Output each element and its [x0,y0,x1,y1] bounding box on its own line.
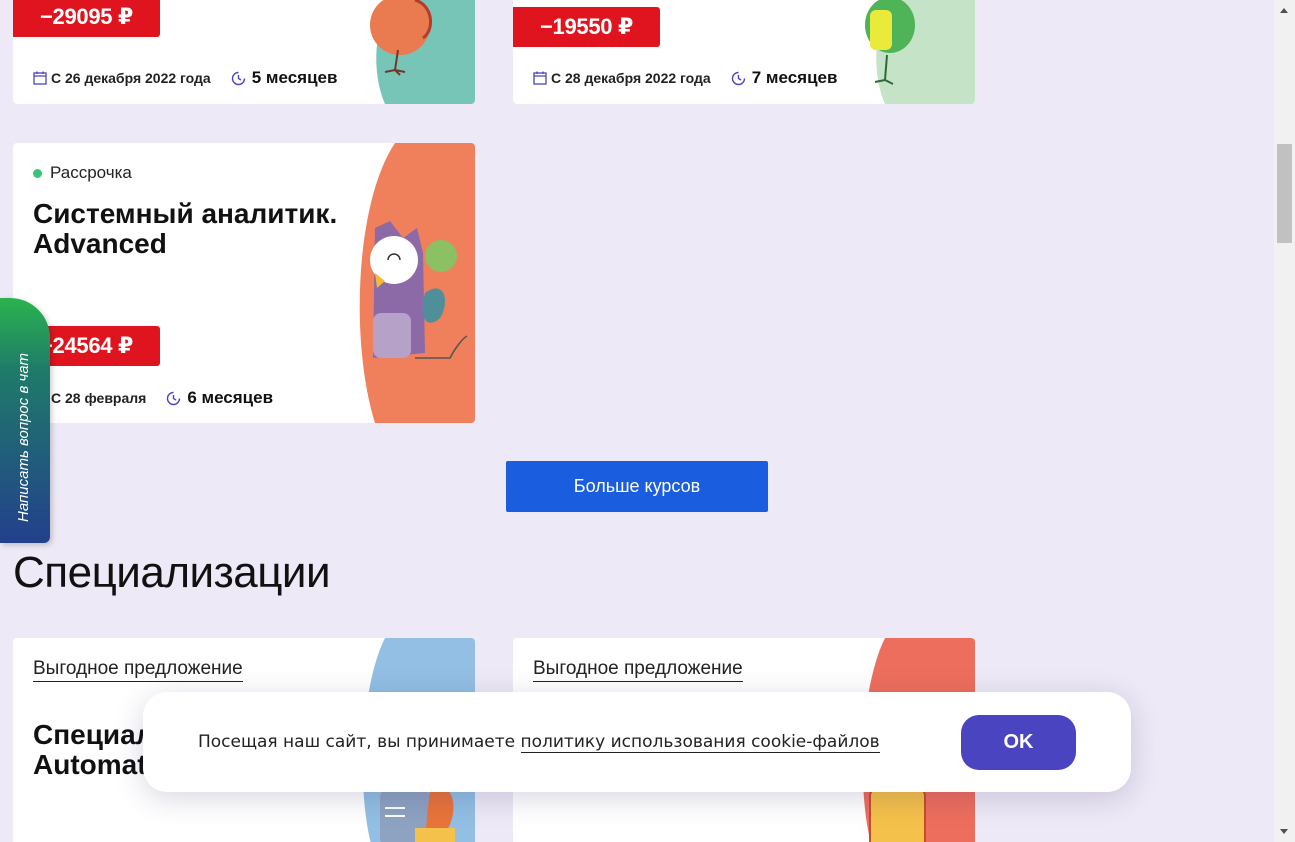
start-date: С 28 декабря 2022 года [551,70,711,86]
cookie-banner: Посещая наш сайт, вы принимаете политику… [143,692,1131,792]
scroll-thumb[interactable] [1277,144,1292,243]
course-meta: С 26 декабря 2022 года 5 месяцев [33,68,337,88]
course-card[interactable]: −19550 ₽ С 28 декабря 2022 года 7 месяце… [513,0,975,104]
clock-icon [231,71,245,85]
start-date: С 28 февраля [51,390,147,406]
cookie-policy-link[interactable]: политику использования cookie-файлов [520,732,880,753]
clock-icon [167,391,181,405]
scroll-down-icon[interactable] [1280,829,1288,834]
tag-label: Рассрочка [50,163,132,182]
ok-button[interactable]: OK [961,715,1076,770]
bird-illustration [370,0,475,104]
scrollbar[interactable] [1274,0,1295,842]
owl-illustration [359,143,475,423]
start-date: С 26 декабря 2022 года [51,70,211,86]
scroll-up-icon[interactable] [1280,8,1288,13]
section-title: Специализации [13,548,331,597]
chat-tab-label[interactable]: Написать вопрос в чат [15,353,32,522]
calendar-icon [33,71,47,85]
duration: 7 месяцев [751,68,838,87]
offer-link[interactable]: Выгодное предложение [533,658,743,682]
course-meta: С 28 декабря 2022 года 7 месяцев [533,68,837,88]
discount-badge: −29095 ₽ [13,0,160,37]
status-dot [33,168,42,178]
installment-tag: Рассрочка [33,163,132,183]
more-courses-button[interactable]: Больше курсов [506,461,768,512]
cookie-message: Посещая наш сайт, вы принимаете [198,732,521,752]
course-title[interactable]: Системный аналитик. Advanced [33,199,353,259]
specialization-title[interactable]: Специал Automat [33,720,154,780]
course-card[interactable]: −29095 ₽ С 26 декабря 2022 года 5 месяце… [13,0,475,104]
offer-link[interactable]: Выгодное предложение [33,658,243,682]
clock-icon [731,71,745,85]
duration: 6 месяцев [187,388,274,407]
course-card[interactable]: Рассрочка Системный аналитик. Advanced −… [13,143,475,423]
duration: 5 месяцев [251,68,338,87]
cookie-text: Посещая наш сайт, вы принимаете политику… [198,732,880,753]
calendar-icon [533,71,547,85]
course-meta: С 28 февраля 6 месяцев [33,388,273,408]
parrot-illustration [865,0,975,104]
discount-badge: −19550 ₽ [513,7,660,47]
